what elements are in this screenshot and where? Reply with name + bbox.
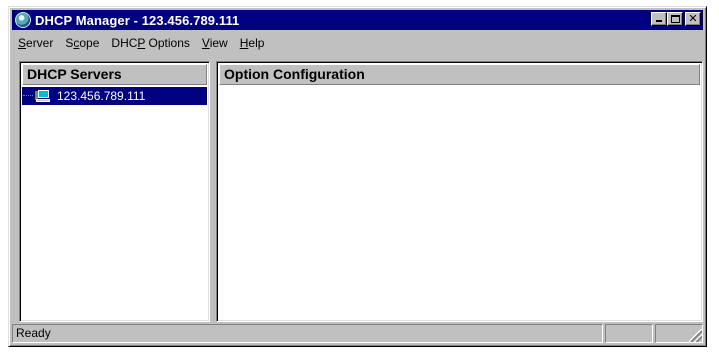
status-bar: Ready — [12, 324, 703, 343]
server-base-shape — [36, 99, 50, 102]
maximize-icon — [671, 15, 680, 23]
server-computer-icon — [35, 89, 51, 103]
dhcp-manager-window: DHCP Manager - 123.456.789.111 ✕ Server … — [8, 6, 707, 347]
menu-view-accel: V — [201, 36, 210, 50]
menu-scope-label-post: ope — [79, 36, 100, 50]
minimize-icon — [656, 20, 662, 22]
menu-dhcp-options-label-pre: DHC — [111, 36, 138, 50]
dhcp-servers-pane[interactable]: DHCP Servers 123.456.789.111 — [19, 61, 210, 322]
menu-server-label-post: erver — [26, 36, 54, 50]
menu-server-accel: S — [18, 36, 27, 50]
resize-grip-icon[interactable] — [689, 329, 702, 342]
minimize-button[interactable] — [651, 12, 667, 26]
status-panel-secondary — [605, 324, 653, 343]
status-text: Ready — [12, 324, 603, 343]
tree-connector-line — [23, 95, 33, 97]
menu-view[interactable]: View — [196, 34, 234, 52]
menu-scope[interactable]: Scope — [59, 34, 105, 52]
server-tree-item[interactable]: 123.456.789.111 — [22, 87, 207, 105]
option-configuration-header: Option Configuration — [219, 64, 700, 85]
server-tree[interactable]: 123.456.789.111 — [22, 87, 207, 105]
title-buttons: ✕ — [651, 12, 701, 26]
server-address-label: 123.456.789.111 — [57, 89, 146, 103]
menu-dhcp-options-label-post: Options — [145, 36, 190, 50]
menu-view-label-post: iew — [209, 36, 228, 50]
menu-help[interactable]: Help — [234, 34, 271, 52]
title-bar[interactable]: DHCP Manager - 123.456.789.111 ✕ — [12, 10, 703, 30]
dhcp-app-icon[interactable] — [15, 12, 31, 28]
menu-help-label-post: elp — [248, 36, 265, 50]
close-button[interactable]: ✕ — [685, 12, 701, 26]
dhcp-servers-header: DHCP Servers — [22, 64, 207, 85]
menu-dhcp-options[interactable]: DHCP Options — [105, 34, 196, 52]
close-icon: ✕ — [688, 12, 698, 25]
menu-bar: Server Scope DHCP Options View Help — [12, 33, 703, 53]
server-screen-shape — [38, 90, 49, 98]
window-title: DHCP Manager - 123.456.789.111 — [35, 12, 240, 28]
option-configuration-pane[interactable]: Option Configuration — [216, 61, 703, 322]
maximize-button[interactable] — [667, 12, 683, 26]
menu-server[interactable]: Server — [12, 34, 59, 52]
